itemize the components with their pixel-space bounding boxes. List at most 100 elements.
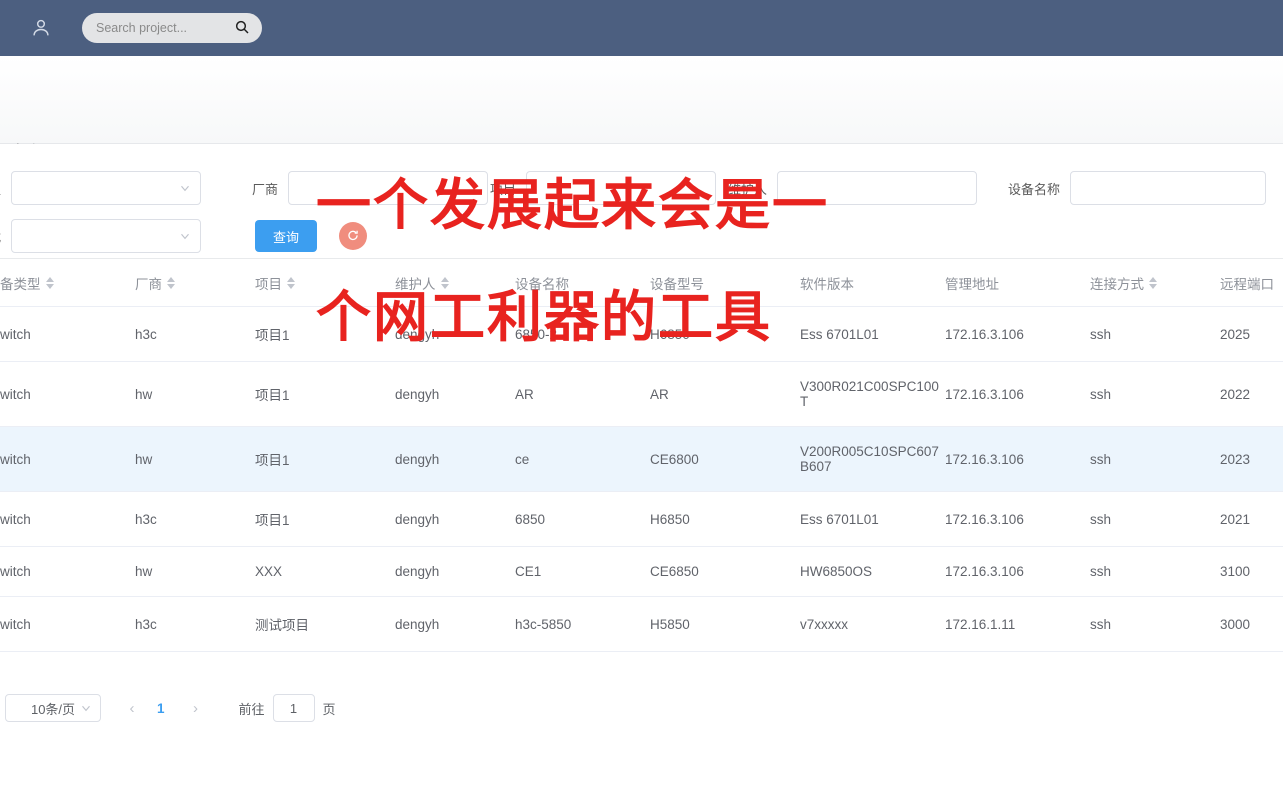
filter-connect-mode: 接方式 bbox=[0, 219, 202, 253]
project-input[interactable] bbox=[527, 172, 716, 204]
cell-vendor: hw bbox=[135, 361, 255, 427]
col-project-label: 项目 bbox=[255, 277, 282, 292]
cell-device-type: witch bbox=[0, 596, 135, 652]
project-input-wrap[interactable] bbox=[526, 171, 717, 205]
cell-connect-mode: ssh bbox=[1090, 491, 1220, 547]
col-vendor[interactable]: 厂商 bbox=[135, 259, 255, 307]
cell-connect-mode: ssh bbox=[1090, 546, 1220, 597]
col-device-type[interactable]: 备类型 bbox=[0, 259, 135, 307]
query-button[interactable]: 查询 bbox=[255, 220, 318, 252]
col-device-model[interactable]: 设备型号 bbox=[650, 259, 800, 307]
table-row[interactable]: witch h3c 测试项目 dengyh h3c-5850 H5850 v7x… bbox=[0, 596, 1283, 652]
cell-device-type: witch bbox=[0, 426, 135, 492]
col-device-name[interactable]: 设备名称 bbox=[515, 259, 650, 307]
cell-connect-mode: ssh bbox=[1090, 361, 1220, 427]
cell-software-version: Ess 6701L01 bbox=[800, 491, 945, 547]
filter-maintainer-label: 维护人 bbox=[728, 181, 768, 197]
filter-device-type: 备类型 bbox=[0, 171, 202, 205]
col-management-address-label: 管理地址 bbox=[945, 277, 999, 292]
maintainer-input-wrap[interactable] bbox=[777, 171, 978, 205]
cell-software-version: HW6850OS bbox=[800, 546, 945, 597]
device-name-input[interactable] bbox=[1071, 172, 1266, 204]
page-size-value: 10条/页 bbox=[30, 701, 76, 717]
vendor-input-wrap[interactable] bbox=[288, 171, 489, 205]
col-connect-mode[interactable]: 连接方式 bbox=[1090, 259, 1220, 307]
device-name-input-wrap[interactable] bbox=[1070, 171, 1267, 205]
sort-icon[interactable] bbox=[45, 276, 54, 290]
col-management-address[interactable]: 管理地址 bbox=[945, 259, 1090, 307]
table-header-row: 备类型 厂商 项目 维护人 设备名称 设备型号 软件版本 管理地址 连接方式 远… bbox=[0, 259, 1283, 307]
cell-remote-port: 2023 bbox=[1220, 426, 1283, 492]
reset-button[interactable] bbox=[339, 222, 368, 250]
cell-vendor: h3c bbox=[135, 491, 255, 547]
col-project[interactable]: 项目 bbox=[255, 259, 395, 307]
next-page-button[interactable]: › bbox=[187, 700, 205, 717]
cell-device-model: CE6850 bbox=[650, 546, 800, 597]
cell-vendor: h3c bbox=[135, 306, 255, 362]
sort-icon[interactable] bbox=[440, 276, 449, 290]
filter-device-name: 设备名称 bbox=[1008, 171, 1267, 205]
col-connect-mode-label: 连接方式 bbox=[1090, 277, 1144, 292]
sort-icon[interactable] bbox=[1149, 276, 1157, 290]
connect-mode-select[interactable] bbox=[11, 219, 202, 253]
filter-device-type-label: 备类型 bbox=[0, 179, 1, 198]
cell-project: 项目1 bbox=[255, 361, 395, 427]
cell-software-version: V200R005C10SPC607B607 bbox=[800, 426, 945, 492]
cell-remote-port: 3000 bbox=[1220, 596, 1283, 652]
cell-software-version: V300R021C00SPC100T bbox=[800, 361, 945, 427]
user-icon[interactable] bbox=[28, 15, 54, 41]
device-table-wrap: 备类型 厂商 项目 维护人 设备名称 设备型号 软件版本 管理地址 连接方式 远… bbox=[0, 259, 1283, 670]
cell-device-name: h3c-5850 bbox=[515, 596, 650, 652]
device-type-select[interactable] bbox=[11, 171, 202, 205]
cell-management-address: 172.16.3.106 bbox=[945, 426, 1090, 492]
cell-vendor: hw bbox=[135, 426, 255, 492]
table-row[interactable]: witch h3c 项目1 dengyh 6850 H6850 Ess 6701… bbox=[0, 491, 1283, 547]
filter-device-name-label: 设备名称 bbox=[1008, 181, 1061, 197]
connect-mode-select-value[interactable] bbox=[12, 220, 201, 252]
cell-device-type: witch bbox=[0, 491, 135, 547]
page-number-1[interactable]: 1 bbox=[157, 701, 165, 716]
filter-panel: 备类型 厂商 项目 维护人 bbox=[0, 144, 1283, 259]
table-row[interactable]: witch hw XXX dengyh CE1 CE6850 HW6850OS … bbox=[0, 546, 1283, 597]
page-size-select[interactable]: 10条/页 bbox=[5, 694, 102, 722]
table-row[interactable]: witch h3c 项目1 dengyh 6850-2 H6850 Ess 67… bbox=[0, 306, 1283, 362]
filter-connect-mode-label: 接方式 bbox=[0, 227, 1, 246]
cell-remote-port: 2022 bbox=[1220, 361, 1283, 427]
search-icon[interactable] bbox=[234, 19, 250, 35]
table-row[interactable]: witch hw 项目1 dengyh ce CE6800 V200R005C1… bbox=[0, 426, 1283, 492]
cell-maintainer: dengyh bbox=[395, 306, 515, 362]
cell-remote-port: 2021 bbox=[1220, 491, 1283, 547]
device-table: 备类型 厂商 项目 维护人 设备名称 设备型号 软件版本 管理地址 连接方式 远… bbox=[0, 259, 1283, 652]
sort-icon[interactable] bbox=[287, 276, 295, 290]
cell-device-model: H6850 bbox=[650, 306, 800, 362]
filter-project: 项目 bbox=[490, 171, 717, 205]
maintainer-input[interactable] bbox=[778, 172, 977, 204]
prev-page-button[interactable]: ‹ bbox=[123, 700, 141, 717]
filter-actions: 查询 bbox=[255, 219, 368, 253]
search-input[interactable] bbox=[94, 15, 224, 41]
cell-maintainer: dengyh bbox=[395, 596, 515, 652]
cell-remote-port: 2025 bbox=[1220, 306, 1283, 362]
col-remote-port[interactable]: 远程端口 bbox=[1220, 259, 1283, 307]
cell-vendor: hw bbox=[135, 546, 255, 597]
vendor-input[interactable] bbox=[289, 172, 488, 204]
chevron-down-icon bbox=[178, 229, 192, 243]
cell-management-address: 172.16.3.106 bbox=[945, 306, 1090, 362]
cell-maintainer: dengyh bbox=[395, 491, 515, 547]
cell-device-model: H6850 bbox=[650, 491, 800, 547]
filter-vendor: 厂商 bbox=[252, 171, 489, 205]
sort-icon[interactable] bbox=[167, 276, 175, 290]
cell-device-model: AR bbox=[650, 361, 800, 427]
title-strip: 备管理 新增 导入 导出 bbox=[0, 56, 1283, 185]
cell-maintainer: dengyh bbox=[395, 546, 515, 597]
device-type-select-value[interactable] bbox=[12, 172, 201, 204]
col-software-version[interactable]: 软件版本 bbox=[800, 259, 945, 307]
cell-device-name: AR bbox=[515, 361, 650, 427]
search-box[interactable] bbox=[82, 13, 262, 43]
pagination: 条 10条/页 ‹ 1 › 前往 页 bbox=[0, 688, 1283, 728]
col-maintainer[interactable]: 维护人 bbox=[395, 259, 515, 307]
cell-management-address: 172.16.1.11 bbox=[945, 596, 1090, 652]
table-row[interactable]: witch hw 项目1 dengyh AR AR V300R021C00SPC… bbox=[0, 361, 1283, 427]
jump-page-input[interactable] bbox=[272, 694, 315, 722]
cell-device-name: CE1 bbox=[515, 546, 650, 597]
